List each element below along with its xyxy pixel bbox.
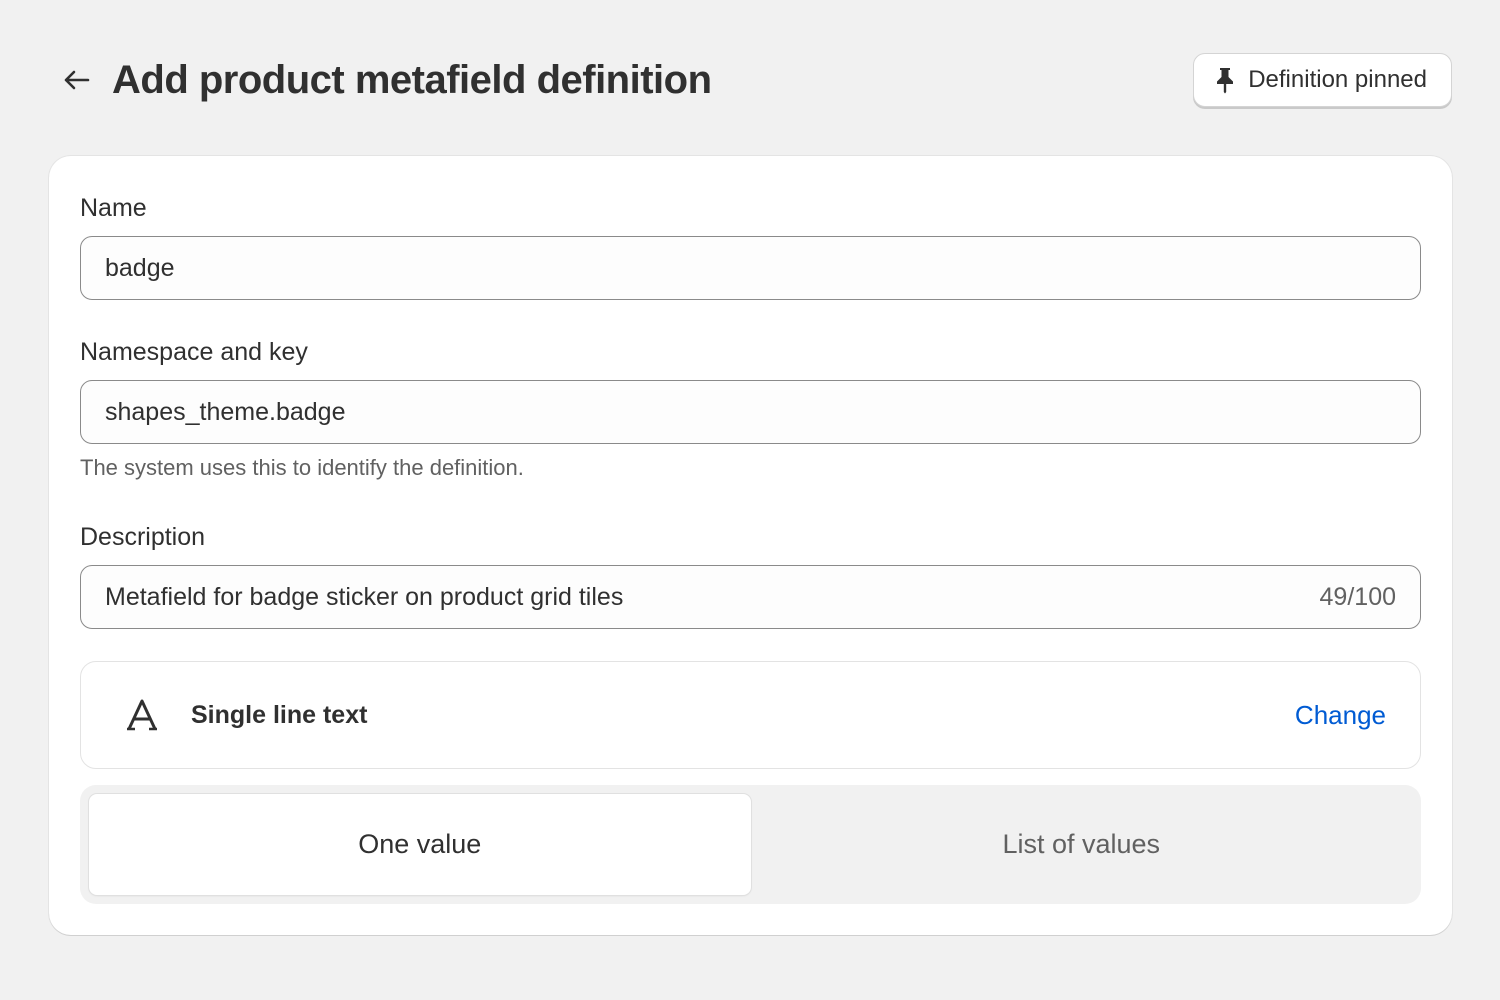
name-input[interactable] (105, 253, 1396, 283)
description-char-count: 49/100 (1319, 582, 1396, 611)
arrow-left-icon (64, 70, 90, 90)
pin-button-label: Definition pinned (1248, 66, 1427, 93)
definition-card: Name Namespace and key The system uses t… (49, 156, 1452, 935)
namespace-key-label: Namespace and key (80, 338, 308, 366)
text-type-icon (127, 697, 159, 733)
namespace-key-field[interactable] (80, 380, 1421, 444)
change-type-link[interactable]: Change (1295, 700, 1386, 731)
page-header: Add product metafield definition Definit… (56, 52, 1452, 108)
type-selector: Single line text Change (80, 661, 1421, 769)
pin-icon (1217, 68, 1234, 94)
value-mode-toggle: One value List of values (80, 785, 1421, 904)
description-input[interactable] (105, 582, 1304, 612)
namespace-key-input[interactable] (105, 397, 1396, 427)
list-of-values-option[interactable]: List of values (751, 794, 1413, 895)
description-label: Description (80, 523, 206, 551)
back-button[interactable] (56, 60, 96, 100)
namespace-key-help-text: The system uses this to identify the def… (80, 455, 524, 480)
page-title: Add product metafield definition (112, 57, 712, 102)
description-field[interactable]: 49/100 (80, 565, 1421, 629)
one-value-option[interactable]: One value (89, 794, 751, 895)
definition-pinned-button[interactable]: Definition pinned (1193, 53, 1452, 107)
type-label: Single line text (191, 700, 368, 729)
name-label: Name (80, 194, 147, 222)
name-field[interactable] (80, 236, 1421, 300)
page: Add product metafield definition Definit… (0, 0, 1500, 1000)
